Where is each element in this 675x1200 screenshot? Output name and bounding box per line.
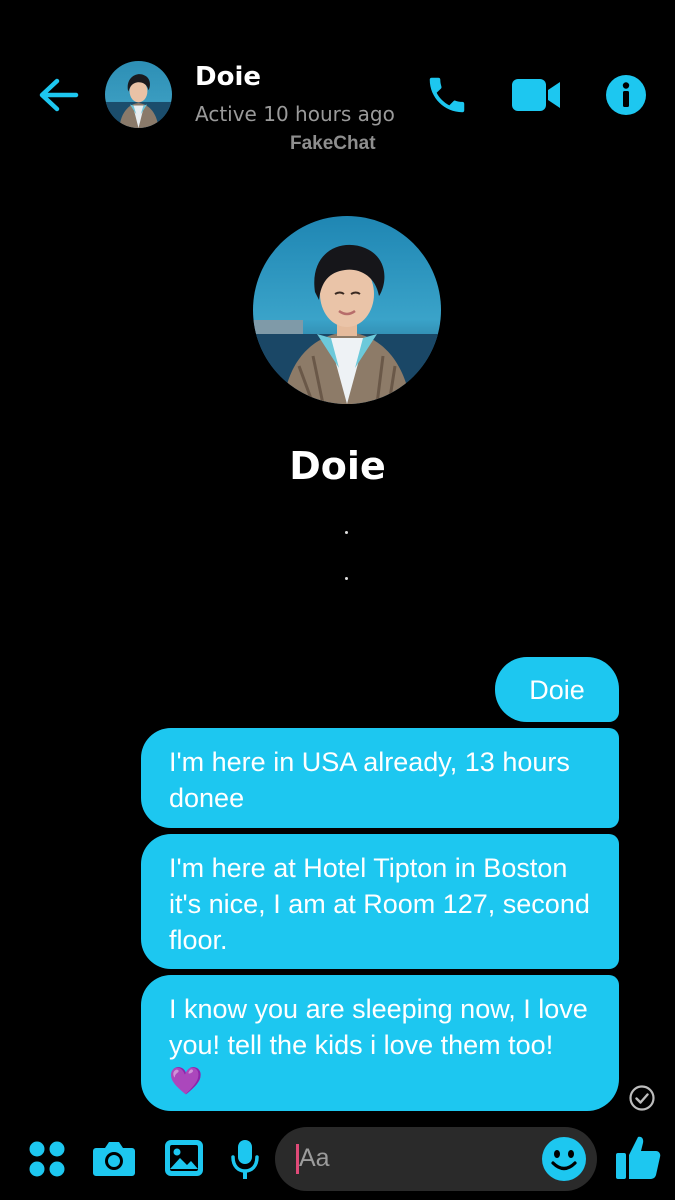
message-input[interactable]: Aa <box>275 1127 597 1191</box>
message-bubble[interactable]: I'm here at Hotel Tipton in Boston it's … <box>141 834 619 969</box>
emoji-icon[interactable] <box>540 1135 588 1183</box>
message-bubble[interactable]: Doie <box>495 657 619 722</box>
camera-icon[interactable] <box>92 1138 136 1178</box>
phone-icon[interactable] <box>424 72 470 118</box>
seen-check-icon <box>628 1084 656 1112</box>
watermark-label: FakeChat <box>290 133 376 154</box>
microphone-icon[interactable] <box>230 1138 260 1180</box>
divider-dot <box>345 577 348 580</box>
profile-photo[interactable] <box>253 216 441 404</box>
video-camera-icon[interactable] <box>510 76 562 114</box>
avatar[interactable] <box>105 61 172 128</box>
contact-name[interactable]: Doie <box>195 62 261 92</box>
back-arrow-icon[interactable] <box>36 74 80 118</box>
divider-dot <box>345 531 348 534</box>
profile-name: Doie <box>289 444 386 488</box>
active-status: Active 10 hours ago <box>195 102 395 126</box>
message-bubble[interactable]: I know you are sleeping now, I love you!… <box>141 975 619 1111</box>
info-icon[interactable] <box>605 74 647 116</box>
message-bubble[interactable]: I'm here in USA already, 13 hours donee <box>141 728 619 828</box>
thumbs-up-icon[interactable] <box>614 1133 662 1181</box>
apps-icon[interactable] <box>28 1140 66 1178</box>
input-placeholder: Aa <box>299 1144 330 1172</box>
gallery-icon[interactable] <box>163 1138 205 1178</box>
